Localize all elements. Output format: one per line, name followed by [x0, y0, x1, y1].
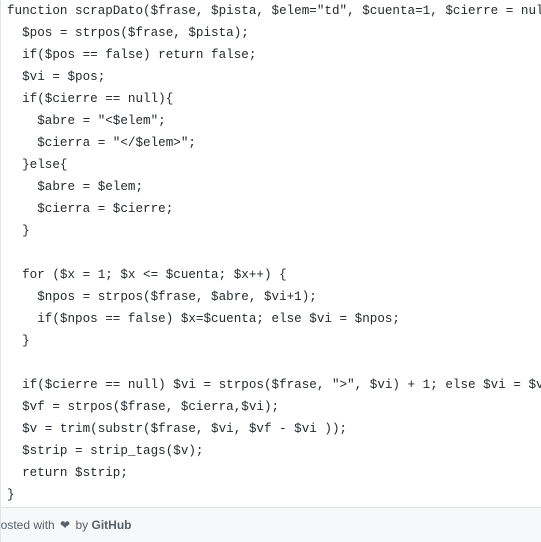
code-line: $vf = strpos($frase, $cierra,$vi);	[7, 400, 280, 414]
code-line: $abre = "<$elem";	[7, 114, 166, 128]
footer-hosted-text: hosted with	[1, 518, 55, 532]
code-line: for ($x = 1; $x <= $cuenta; $x++) {	[7, 268, 287, 282]
code-line: $cierra = "</$elem>";	[7, 136, 196, 150]
code-line: $pos = strpos($frase, $pista);	[7, 26, 249, 40]
code-line: if($cierre == null){	[7, 92, 174, 106]
code-line: function scrapDato($frase, $pista, $elem…	[7, 4, 541, 18]
code-line: return $strip;	[7, 466, 128, 480]
code-line: $v = trim(substr($frase, $vi, $vf - $vi …	[7, 422, 348, 436]
code-line: if($pos == false) return false;	[7, 48, 257, 62]
footer-by-text: by	[75, 518, 89, 532]
code-line: $strip = strip_tags($v);	[7, 444, 204, 458]
code-line: }	[7, 488, 15, 502]
code-line: $vi = $pos;	[7, 70, 106, 84]
code-line: if($npos == false) $x=$cuenta; else $vi …	[7, 312, 400, 326]
heart-icon: ❤	[60, 518, 71, 532]
footer-meta: hosted with ❤ by GitHub	[1, 508, 131, 542]
code-block: function scrapDato($frase, $pista, $elem…	[7, 0, 541, 506]
gist-embed: function scrapDato($frase, $pista, $elem…	[0, 0, 541, 542]
code-line: $abre = $elem;	[7, 180, 144, 194]
code-line: $cierra = $cierre;	[7, 202, 174, 216]
code-line: $npos = strpos($frase, $abre, $vi+1);	[7, 290, 317, 304]
code-line: }else{	[7, 158, 68, 172]
code-line: }	[7, 334, 30, 348]
code-line: if($cierre == null) $vi = strpos($frase,…	[7, 378, 541, 392]
gist-footer: hosted with ❤ by GitHub	[1, 507, 541, 542]
github-link[interactable]: GitHub	[91, 518, 131, 532]
code-line: }	[7, 224, 30, 238]
